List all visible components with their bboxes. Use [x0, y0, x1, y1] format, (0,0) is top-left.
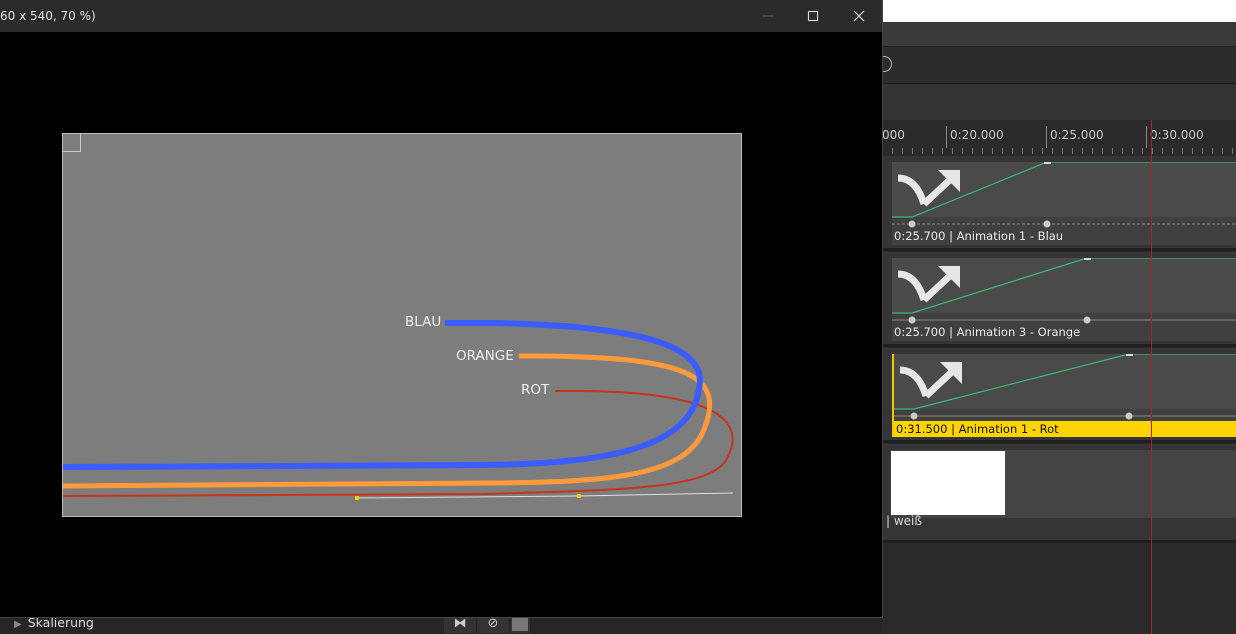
keyframe-handle [908, 316, 916, 324]
expand-arrow-icon[interactable]: ▶ [14, 619, 22, 630]
preview-canvas[interactable]: BLAU ORANGE ROT [62, 133, 742, 517]
path-rot [63, 390, 734, 497]
curve-label-rot: ROT [521, 382, 550, 398]
track-rot: 0:31.500 | Animation 1 - Rot [882, 348, 1236, 443]
scaling-label: Skalierung [27, 615, 94, 630]
clip-animation-orange[interactable]: 0:25.700 | Animation 3 - Orange [892, 258, 1236, 341]
ruler-tick [1046, 126, 1047, 148]
keyframe-handle [910, 412, 918, 420]
app-toolbar [876, 47, 1236, 84]
clip-label: 0:25.700 | Animation 1 - Blau [894, 229, 1064, 243]
clip-label: 0:31.500 | Animation 1 - Rot [894, 421, 1236, 437]
track-blau: 0:25.700 | Animation 1 - Blau [882, 156, 1236, 251]
clip-animation-rot[interactable]: 0:31.500 | Animation 1 - Rot [892, 354, 1236, 437]
ruler-tick [946, 126, 947, 148]
ruler-label: 000 [882, 128, 905, 142]
motion-paths [63, 320, 734, 500]
path-blau [63, 320, 703, 470]
keyframe-handle [1125, 412, 1133, 420]
timeline-header [882, 84, 1236, 120]
clip-label: 0:25.700 | Animation 3 - Orange [894, 325, 1081, 339]
playhead[interactable] [1151, 120, 1152, 634]
timeline-ruler[interactable]: 000 0:20.000 0:25.000 0:30.000 [882, 120, 1236, 157]
window-titlebar[interactable]: 60 x 540, 70 %) [0, 0, 882, 32]
ruler-label: 0:25.000 [1050, 128, 1104, 142]
keyframe-handle [908, 220, 916, 228]
track-orange: 0:25.700 | Animation 3 - Orange [882, 252, 1236, 347]
clip-weiss[interactable] [890, 450, 1236, 518]
transition-arrow-icon [897, 266, 960, 303]
preview-window: 60 x 540, 70 %) BLAU ORANGE ROT [0, 0, 882, 617]
track-weiss: | weiß [882, 444, 1236, 543]
maximize-icon[interactable] [790, 0, 836, 32]
timeline-tracks: 0:25.700 | Animation 1 - Blau 0:25.700 |… [882, 156, 1236, 634]
app-menubar [882, 22, 1236, 47]
transition-arrow-icon [899, 362, 962, 399]
path-point [355, 496, 359, 500]
clip-label: | weiß [886, 514, 922, 528]
close-icon[interactable] [836, 0, 882, 32]
color-swatch [891, 451, 1005, 515]
curve-label-blau: BLAU [405, 314, 442, 330]
ruler-tick [1146, 126, 1147, 148]
transition-arrow-icon [897, 170, 960, 207]
minimize-icon[interactable] [745, 0, 791, 32]
app-top-strip [882, 0, 1236, 22]
scaling-section[interactable]: ▶ Skalierung [14, 615, 94, 630]
ruler-label: 0:20.000 [950, 128, 1004, 142]
keyframe-handle [1043, 220, 1051, 228]
window-title: 60 x 540, 70 %) [0, 9, 96, 23]
ruler-label: 0:30.000 [1150, 128, 1204, 142]
clip-animation-blau[interactable]: 0:25.700 | Animation 1 - Blau [892, 162, 1236, 245]
ruler-minor-ticks [882, 148, 1236, 154]
keyframe-handle [1083, 316, 1091, 324]
path-point [577, 494, 581, 498]
curve-label-orange: ORANGE [456, 348, 514, 364]
